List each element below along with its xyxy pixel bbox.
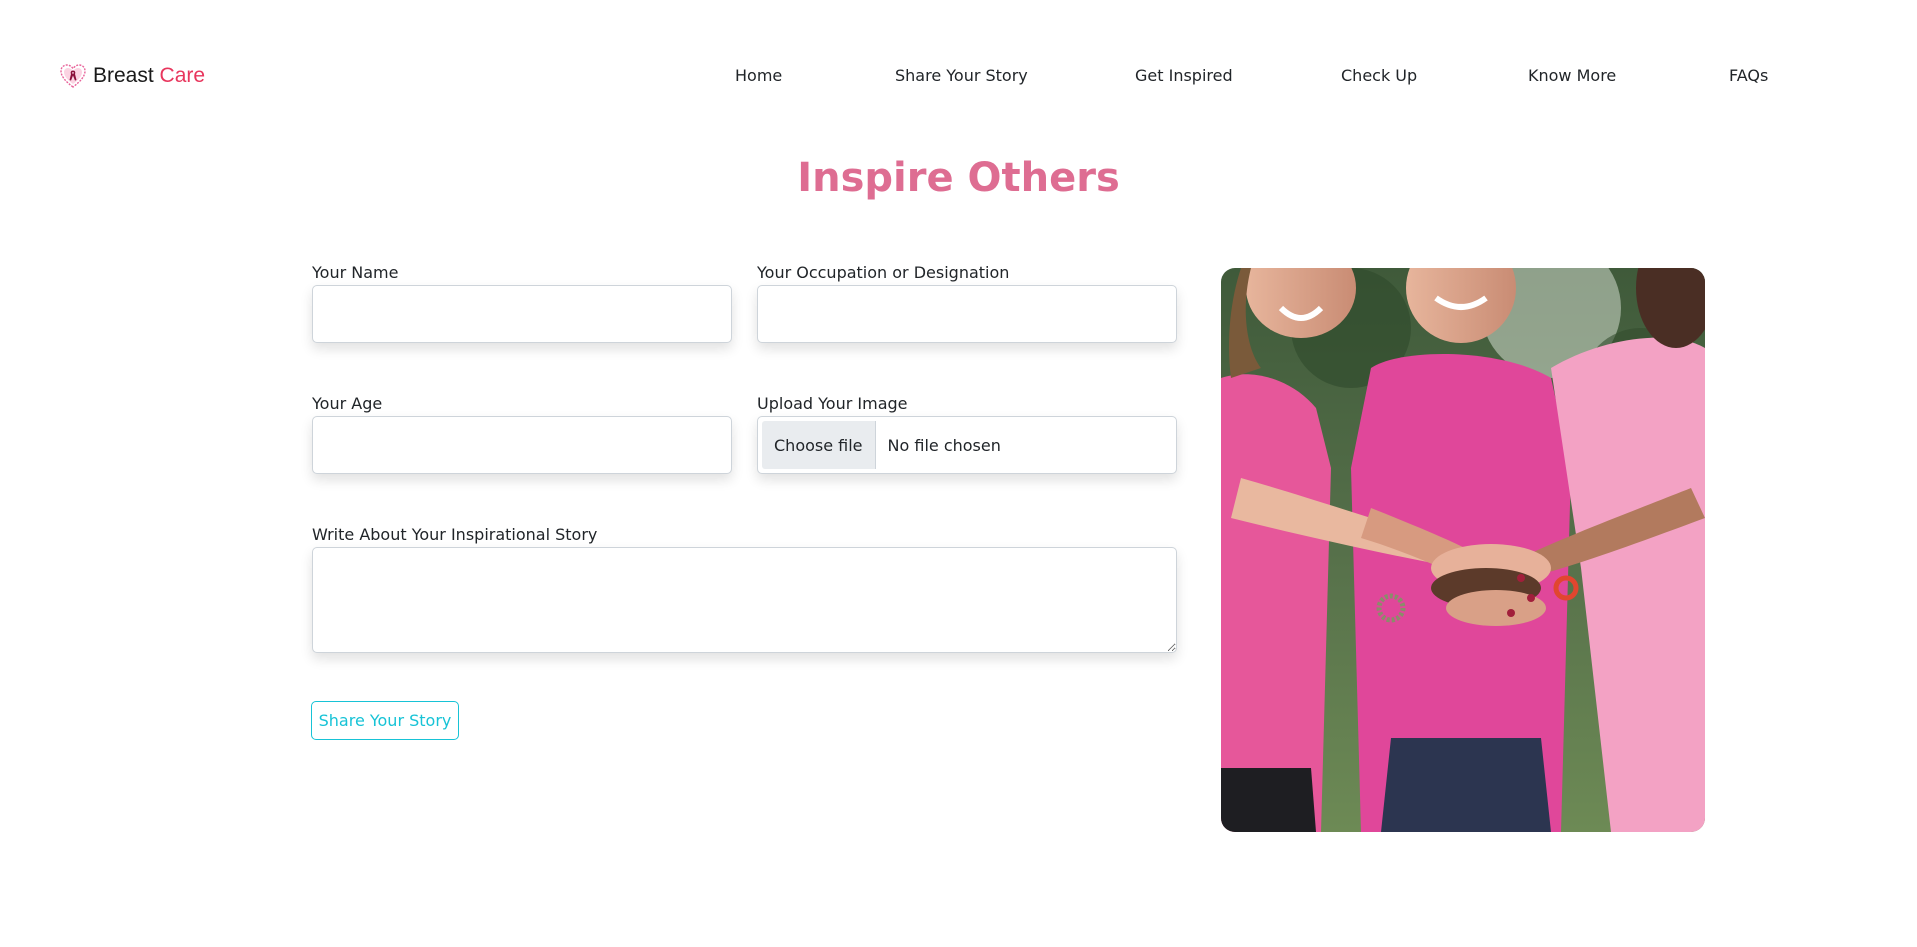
choose-file-button[interactable]: Choose file xyxy=(762,421,876,469)
occupation-label: Your Occupation or Designation xyxy=(757,263,1010,282)
nav-menu: Home Share Your Story Get Inspired Check… xyxy=(0,64,1917,88)
nav-item-faqs[interactable]: FAQs xyxy=(1729,64,1768,88)
page-title: Inspire Others xyxy=(797,155,1120,201)
image-file-input[interactable]: Choose file No file chosen xyxy=(757,416,1177,474)
nav-item-home[interactable]: Home xyxy=(735,64,782,88)
hero-image xyxy=(1221,268,1705,832)
navbar: Breast Care Home Share Your Story Get In… xyxy=(0,0,1917,152)
age-input[interactable] xyxy=(312,416,732,474)
file-status-text: No file chosen xyxy=(887,435,1001,455)
upload-image-label: Upload Your Image xyxy=(757,394,908,413)
nav-item-get-inspired[interactable]: Get Inspired xyxy=(1135,64,1233,88)
story-textarea[interactable] xyxy=(312,547,1177,653)
occupation-input[interactable] xyxy=(757,285,1177,343)
name-input[interactable] xyxy=(312,285,732,343)
story-label: Write About Your Inspirational Story xyxy=(312,525,598,544)
nav-item-know-more[interactable]: Know More xyxy=(1528,64,1616,88)
nav-item-check-up[interactable]: Check Up xyxy=(1341,64,1417,88)
share-your-story-button[interactable]: Share Your Story xyxy=(311,701,459,740)
nav-item-share-your-story[interactable]: Share Your Story xyxy=(895,64,1028,88)
name-label: Your Name xyxy=(312,263,399,282)
age-label: Your Age xyxy=(312,394,383,413)
